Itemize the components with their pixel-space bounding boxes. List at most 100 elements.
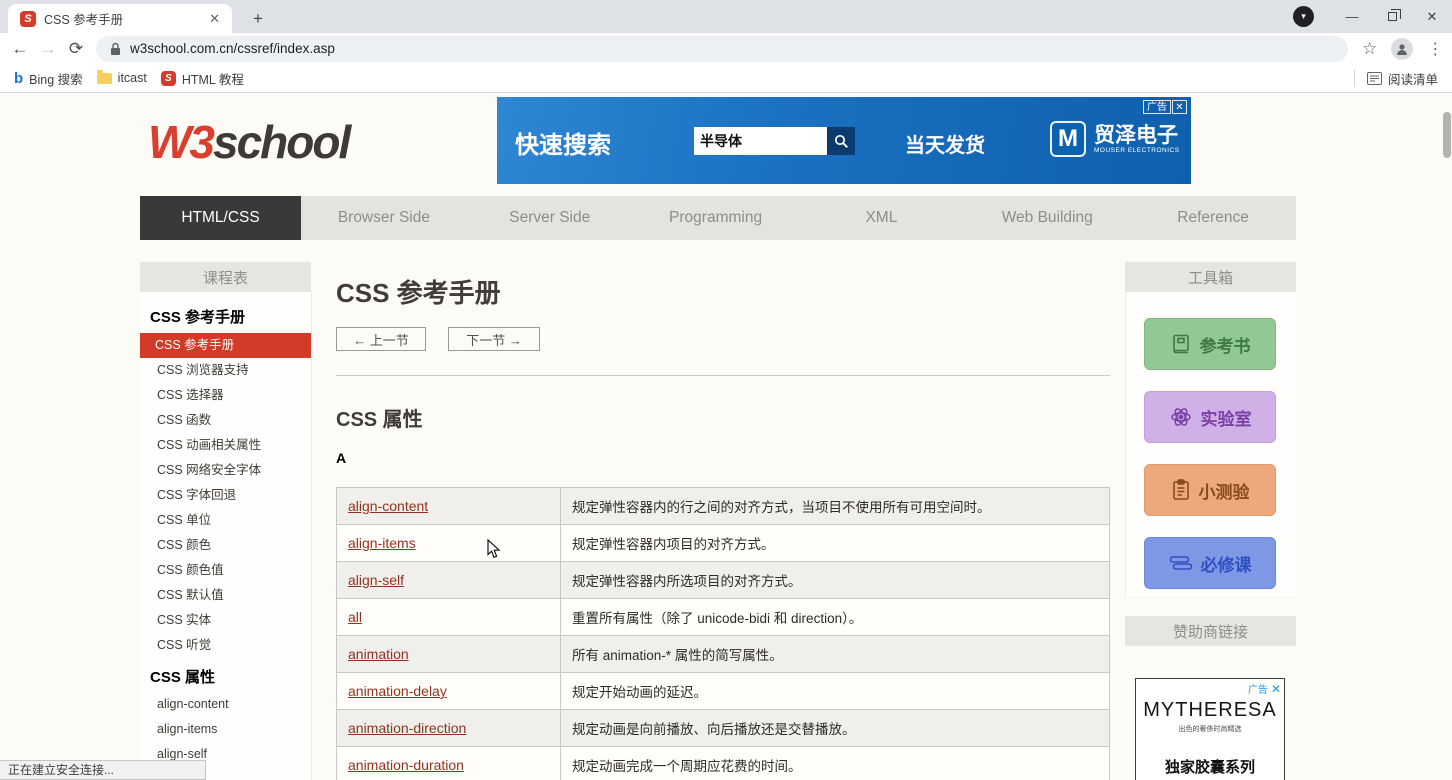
bookmark-html-tutorial[interactable]: S HTML 教程 <box>161 69 244 88</box>
property-link[interactable]: align-content <box>348 498 428 514</box>
scrollbar-thumb[interactable] <box>1443 112 1451 158</box>
table-row: animation-duration 规定动画完成一个周期应花费的时间。 <box>337 747 1109 780</box>
main-nav: HTML/CSS Browser Side Server Side Progra… <box>140 196 1296 240</box>
property-link[interactable]: animation-direction <box>348 720 466 736</box>
restore-button[interactable] <box>1372 0 1412 33</box>
tab-close-icon[interactable]: ✕ <box>205 9 224 29</box>
mouser-brand-sub: MOUSER ELECTRONICS <box>1094 147 1180 154</box>
nav-item-programming[interactable]: Programming <box>633 196 799 240</box>
logo-w3: W3 <box>148 116 213 168</box>
bookmark-itcast-folder[interactable]: itcast <box>97 71 147 85</box>
header-ad-banner[interactable]: 广告 ✕ 快速搜索 当天发货 M 贸泽电子 MOUSER ELECTRONICS <box>497 97 1191 184</box>
page-content: W3school 广告 ✕ 快速搜索 当天发货 M 贸泽电子 MOUSER EL… <box>0 93 1452 780</box>
media-control-icon[interactable]: ▾ <box>1293 6 1314 27</box>
folder-icon <box>97 73 112 84</box>
sidebar-item[interactable]: align-content <box>140 692 311 717</box>
property-description: 规定开始动画的延迟。 <box>561 673 1109 709</box>
reading-list-icon <box>1367 72 1382 85</box>
ad-close-icon[interactable]: ✕ <box>1271 682 1281 696</box>
close-window-button[interactable]: ✕ <box>1412 0 1452 33</box>
reference-book-button[interactable]: 参考书 <box>1144 318 1276 370</box>
sponsor-tagline: 出色的奢侈时尚精选 <box>1136 724 1284 734</box>
nav-item-web-building[interactable]: Web Building <box>964 196 1130 240</box>
logo-school: school <box>213 116 349 168</box>
ad-shipping-label: 当天发货 <box>905 129 985 158</box>
next-section-button[interactable]: 下一节 → <box>448 327 540 351</box>
new-tab-button[interactable]: + <box>246 7 270 31</box>
sponsor-header: 赞助商链接 <box>1125 616 1296 646</box>
back-icon[interactable]: ← <box>6 39 34 59</box>
table-row: all 重置所有属性（除了 unicode-bidi 和 direction）。 <box>337 599 1109 636</box>
profile-avatar[interactable] <box>1391 38 1413 60</box>
sidebar-item[interactable]: CSS 字体回退 <box>140 483 311 508</box>
reload-icon[interactable]: ⟳ <box>62 39 90 59</box>
sidebar-item-active[interactable]: CSS 参考手册 <box>140 333 311 358</box>
sidebar-item[interactable]: CSS 浏览器支持 <box>140 358 311 383</box>
mouse-cursor <box>487 539 501 559</box>
nav-item-reference[interactable]: Reference <box>1130 196 1296 240</box>
sidebar-item[interactable]: CSS 默认值 <box>140 583 311 608</box>
ad-search-input[interactable] <box>694 127 827 155</box>
sidebar-section-title: CSS 参考手册 <box>140 306 311 327</box>
restore-icon <box>1388 12 1397 21</box>
laboratory-button[interactable]: 实验室 <box>1144 391 1276 443</box>
nav-item-browser-side[interactable]: Browser Side <box>301 196 467 240</box>
sidebar-item[interactable]: align-items <box>140 717 311 742</box>
lock-icon <box>110 42 121 56</box>
sidebar-item[interactable]: CSS 实体 <box>140 608 311 633</box>
star-icon[interactable]: ☆ <box>1362 39 1377 59</box>
required-course-button[interactable]: 必修课 <box>1144 537 1276 589</box>
browser-tab[interactable]: S CSS 参考手册 ✕ <box>8 4 232 33</box>
minimize-button[interactable]: — <box>1332 0 1372 33</box>
bing-icon: b <box>14 70 23 87</box>
forward-icon[interactable]: → <box>34 39 62 59</box>
reading-list-button[interactable]: 阅读清单 <box>1388 69 1438 88</box>
nav-item-xml[interactable]: XML <box>798 196 964 240</box>
mouser-logo: M 贸泽电子 MOUSER ELECTRONICS <box>1050 121 1180 157</box>
property-link[interactable]: animation-duration <box>348 757 464 773</box>
bookmark-label: HTML 教程 <box>182 69 244 88</box>
mouser-m-icon: M <box>1050 121 1086 157</box>
property-link[interactable]: all <box>348 609 362 625</box>
bookmark-label: itcast <box>118 71 147 85</box>
property-link[interactable]: align-items <box>348 535 416 551</box>
nav-item-htmlcss[interactable]: HTML/CSS <box>140 196 301 240</box>
property-description: 规定动画完成一个周期应花费的时间。 <box>561 747 1109 780</box>
address-bar[interactable]: w3school.com.cn/cssref/index.asp <box>96 36 1348 62</box>
divider <box>336 375 1110 376</box>
bookmark-bing[interactable]: b Bing 搜索 <box>14 69 83 88</box>
sidebar-item[interactable]: CSS 颜色值 <box>140 558 311 583</box>
sidebar-section-title: CSS 属性 <box>140 666 311 687</box>
sidebar-item[interactable]: CSS 选择器 <box>140 383 311 408</box>
page-title: CSS 参考手册 <box>336 273 501 310</box>
sidebar-item[interactable]: CSS 网络安全字体 <box>140 458 311 483</box>
prev-section-button[interactable]: ← 上一节 <box>336 327 426 351</box>
property-description: 规定弹性容器内的行之间的对齐方式，当项目不使用所有可用空间时。 <box>561 488 1109 524</box>
sidebar-item[interactable]: CSS 动画相关属性 <box>140 433 311 458</box>
table-row: align-items 规定弹性容器内项目的对齐方式。 <box>337 525 1109 562</box>
bookmark-label: Bing 搜索 <box>29 69 83 88</box>
sponsor-ad[interactable]: 广告 ✕ MYTHERESA 出色的奢侈时尚精选 独家胶囊系列 <box>1135 678 1285 780</box>
sidebar-item[interactable]: CSS 函数 <box>140 408 311 433</box>
search-icon <box>834 134 849 149</box>
ad-badge: 广告 <box>1143 100 1171 114</box>
browser-tab-bar: S CSS 参考手册 ✕ + ▾ — ✕ <box>0 0 1452 33</box>
quiz-button[interactable]: 小测验 <box>1144 464 1276 516</box>
w3school-favicon-icon: S <box>20 11 36 27</box>
ad-close-icon[interactable]: ✕ <box>1172 100 1187 114</box>
mouser-brand: 贸泽电子 <box>1094 125 1180 147</box>
sidebar-item[interactable]: CSS 听觉 <box>140 633 311 658</box>
nav-item-server-side[interactable]: Server Side <box>467 196 633 240</box>
property-link[interactable]: align-self <box>348 572 404 588</box>
property-description: 所有 animation-* 属性的简写属性。 <box>561 636 1109 672</box>
property-link[interactable]: animation-delay <box>348 683 447 699</box>
sidebar-item[interactable]: CSS 颜色 <box>140 533 311 558</box>
browser-toolbar: ← → ⟳ w3school.com.cn/cssref/index.asp ☆… <box>0 33 1452 64</box>
sidebar-list: align-content align-items align-self <box>140 692 311 767</box>
divider <box>1354 70 1355 86</box>
sidebar-item[interactable]: CSS 单位 <box>140 508 311 533</box>
menu-dots-icon[interactable]: ⋮ <box>1427 39 1443 59</box>
ad-search-button[interactable] <box>827 127 855 155</box>
w3school-logo[interactable]: W3school <box>148 115 349 169</box>
property-link[interactable]: animation <box>348 646 409 662</box>
